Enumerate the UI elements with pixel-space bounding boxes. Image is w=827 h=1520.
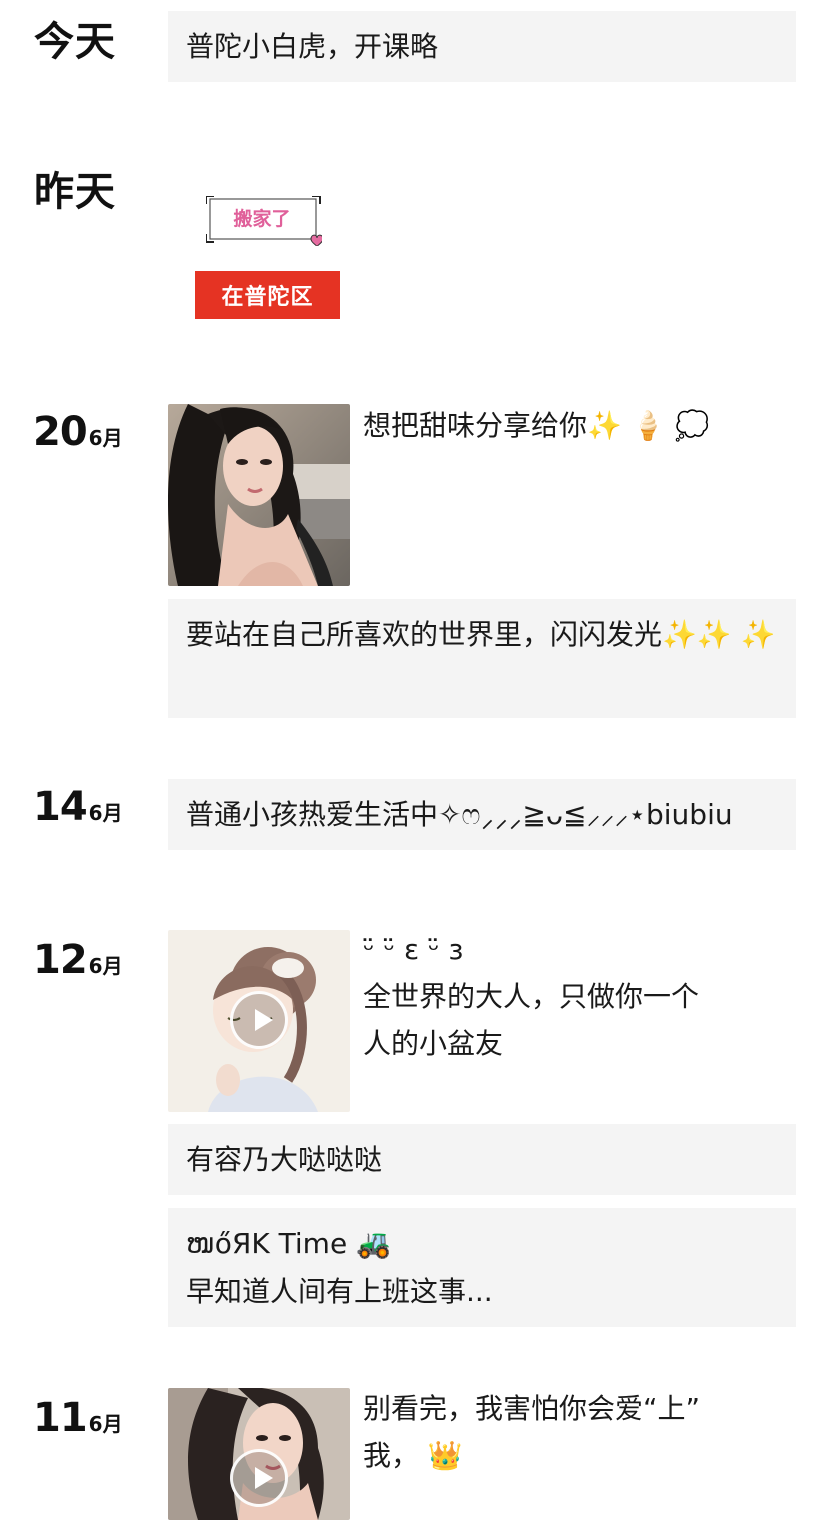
post-text-line-2: 早知道人间有上班这事... (186, 1275, 493, 1308)
date-label-jun20: 20 6月 (33, 412, 123, 452)
caption-line-1: ᵕ̈ ᵕ̈ ε ᵕ̈ ɜ (363, 933, 464, 966)
play-icon[interactable] (230, 1449, 288, 1507)
portrait-photo (168, 404, 350, 586)
date-label-jun12: 12 6月 (33, 940, 123, 980)
post-jun20-photo[interactable] (168, 404, 350, 586)
location-banner: 在普陀区 (195, 271, 340, 319)
date-month: 6月 (88, 954, 123, 978)
post-jun20-caption: 想把甜味分享给你✨ 🍦 💭 (363, 402, 793, 449)
post-jun12-text-1[interactable]: 有容乃大哒哒哒 (168, 1124, 796, 1195)
caption-line-3: 人的小盆友 (363, 1027, 504, 1060)
day-label-today: 今天 (34, 19, 116, 65)
post-text: 有容乃大哒哒哒 (186, 1142, 383, 1176)
post-jun14-text[interactable]: 普通小孩热爱生活中✧ෆ⸝⸝⸝≧ᴗ≦⸝⸝⸝⋆biubiu (168, 779, 796, 850)
post-jun12-text-2[interactable]: ໜőЯK Time 🚜 早知道人间有上班这事... (168, 1208, 796, 1327)
date-day: 11 (33, 1395, 88, 1441)
caption-line-1: 别看完，我害怕你会爱“上” (363, 1392, 701, 1425)
day-label-yesterday: 昨天 (34, 169, 116, 215)
sticker-text: 搬家了 (233, 208, 291, 230)
sparkle-icecream-cloud-emoji: ✨ 🍦 💭 (587, 409, 710, 442)
date-month: 6月 (88, 1412, 123, 1436)
date-day: 14 (33, 784, 88, 830)
moving-sticker: 搬家了 (206, 196, 322, 246)
caption-line-2: 我， (363, 1439, 420, 1472)
post-jun11-video[interactable] (168, 1388, 350, 1520)
post-jun11-caption: 别看完，我害怕你会爱“上” 我， 👑 (363, 1385, 803, 1479)
post-text: 要站在自己所喜欢的世界里，闪闪发光 (186, 618, 663, 651)
date-label-jun11: 11 6月 (33, 1398, 123, 1438)
date-day: 12 (33, 937, 88, 983)
post-yesterday-image[interactable]: 搬家了 在普陀区 (168, 178, 368, 338)
post-text: 普陀小白虎，开课略 (186, 29, 439, 63)
post-jun12-caption: ᵕ̈ ᵕ̈ ε ᵕ̈ ɜ 全世界的大人，只做你一个 人的小盆友 (363, 926, 793, 1067)
date-month: 6月 (88, 426, 123, 450)
post-text: 普通小孩热爱生活中✧ෆ⸝⸝⸝≧ᴗ≦⸝⸝⸝⋆biubiu (186, 797, 733, 831)
date-label-jun14: 14 6月 (33, 787, 123, 827)
post-text-line-1: ໜőЯK Time (186, 1227, 348, 1260)
date-day: 20 (33, 409, 88, 455)
caption-text: 想把甜味分享给你 (363, 409, 588, 442)
post-jun12-video[interactable] (168, 930, 350, 1112)
caption-line-2: 全世界的大人，只做你一个 (363, 980, 700, 1013)
sparkle-emoji: ✨✨ ✨ (662, 618, 776, 651)
post-jun20-text[interactable]: 要站在自己所喜欢的世界里，闪闪发光✨✨ ✨ (168, 599, 796, 718)
crown-emoji: 👑 (427, 1439, 463, 1472)
tractor-emoji: 🚜 (356, 1227, 391, 1260)
play-icon[interactable] (230, 991, 288, 1049)
date-month: 6月 (88, 801, 123, 825)
post-today-text[interactable]: 普陀小白虎，开课略 (168, 11, 796, 82)
